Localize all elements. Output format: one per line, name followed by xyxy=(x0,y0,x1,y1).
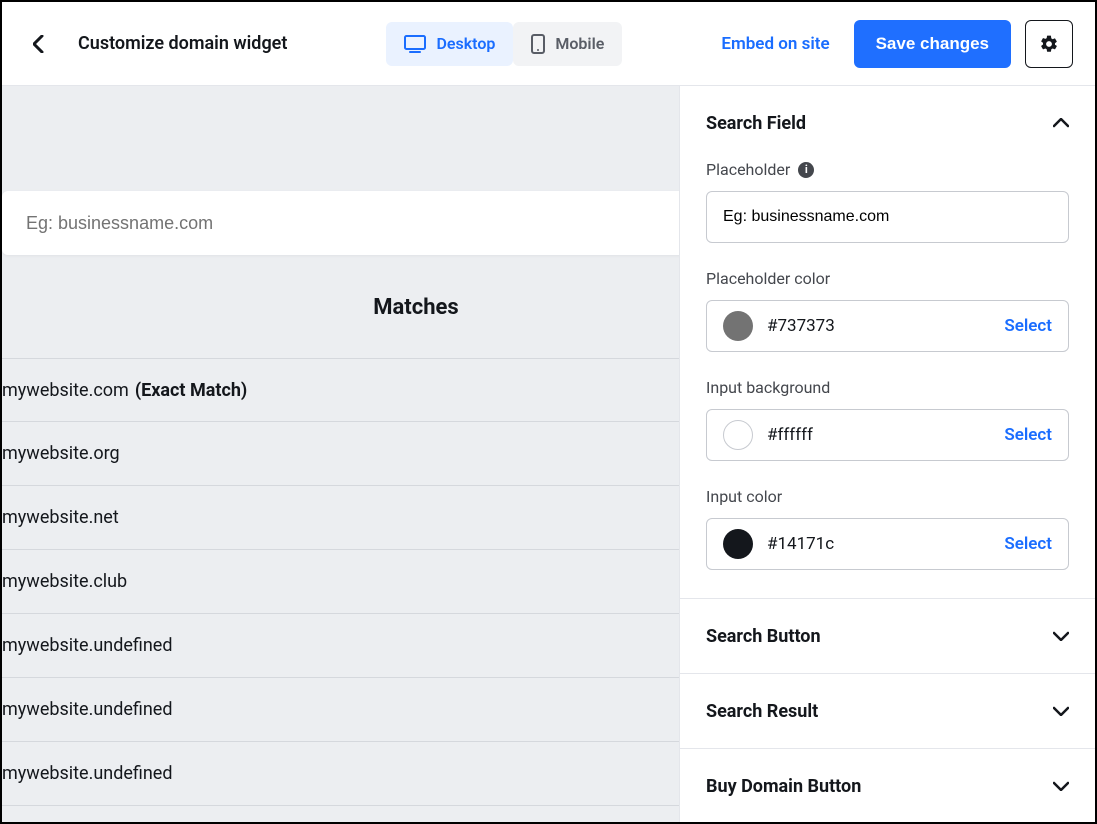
color-swatch xyxy=(723,420,753,450)
section-title: Search Result xyxy=(706,701,818,722)
chevron-down-icon xyxy=(1053,631,1069,641)
placeholder-color-row: #737373 Select xyxy=(706,300,1069,352)
section-search-result: Search Result xyxy=(680,674,1095,749)
field-input-color: Input color #14171c Select xyxy=(706,487,1069,570)
result-row[interactable]: mywebsite.com (Exact Match) xyxy=(2,358,679,422)
result-row[interactable]: mywebsite.undefined xyxy=(2,614,679,678)
header-right: Embed on site Save changes xyxy=(721,20,1073,68)
settings-button[interactable] xyxy=(1025,20,1073,68)
device-switch: Desktop Mobile xyxy=(303,22,705,66)
section-buy-button-header[interactable]: Buy Domain Button xyxy=(680,749,1095,822)
section-search-field-header[interactable]: Search Field xyxy=(680,86,1095,160)
result-domain: mywebsite.org xyxy=(2,443,120,464)
side-panel: Search Field Placeholder i Placeholder c… xyxy=(679,86,1095,822)
save-button[interactable]: Save changes xyxy=(854,20,1011,68)
chevron-down-icon xyxy=(1053,706,1069,716)
field-label: Input background xyxy=(706,378,1069,397)
section-search-button: Search Button xyxy=(680,599,1095,674)
preview-search-input[interactable] xyxy=(26,213,679,234)
field-label: Placeholder i xyxy=(706,160,1069,179)
result-row[interactable]: mywebsite.net xyxy=(2,486,679,550)
result-domain: mywebsite.net xyxy=(2,507,119,528)
header-bar: Customize domain widget Desktop Mobile E… xyxy=(2,2,1095,86)
preview-area: Matches mywebsite.com(Exact Match)mywebs… xyxy=(2,86,679,822)
color-hex: #14171c xyxy=(767,534,990,554)
mobile-icon xyxy=(531,34,545,54)
field-label: Placeholder color xyxy=(706,269,1069,288)
page-title: Customize domain widget xyxy=(78,33,287,54)
preview-inner: Matches mywebsite.com(Exact Match)mywebs… xyxy=(2,191,679,806)
results-list: mywebsite.com (Exact Match) mywebsite.org m… xyxy=(2,358,679,806)
desktop-tab[interactable]: Desktop xyxy=(386,22,513,66)
input-color-row: #14171c Select xyxy=(706,518,1069,570)
field-placeholder-color: Placeholder color #737373 Select xyxy=(706,269,1069,352)
field-placeholder: Placeholder i xyxy=(706,160,1069,243)
section-search-button-header[interactable]: Search Button xyxy=(680,599,1095,673)
field-input-background: Input background #ffffff Select xyxy=(706,378,1069,461)
section-buy-button: Buy Domain Button xyxy=(680,749,1095,822)
section-title: Buy Domain Button xyxy=(706,776,861,797)
input-bg-color-row: #ffffff Select xyxy=(706,409,1069,461)
section-search-field: Search Field Placeholder i Placeholder c… xyxy=(680,86,1095,599)
result-domain: mywebsite.undefined xyxy=(2,763,173,784)
matches-heading: Matches xyxy=(2,295,679,320)
result-extra: (Exact Match) xyxy=(135,380,247,401)
result-domain: mywebsite.com xyxy=(2,380,129,401)
section-title: Search Field xyxy=(706,113,806,134)
result-row[interactable]: mywebsite.club xyxy=(2,550,679,614)
desktop-tab-label: Desktop xyxy=(436,34,495,53)
desktop-icon xyxy=(404,35,426,53)
select-color-button[interactable]: Select xyxy=(1004,316,1052,336)
select-color-button[interactable]: Select xyxy=(1004,534,1052,554)
gear-icon xyxy=(1039,34,1059,54)
body-area: Matches mywebsite.com(Exact Match)mywebs… xyxy=(2,86,1095,822)
field-label: Input color xyxy=(706,487,1069,506)
placeholder-input[interactable] xyxy=(706,191,1069,243)
chevron-down-icon xyxy=(1053,781,1069,791)
info-icon[interactable]: i xyxy=(798,162,814,178)
result-domain: mywebsite.undefined xyxy=(2,635,173,656)
mobile-tab-label: Mobile xyxy=(555,34,604,53)
color-hex: #ffffff xyxy=(767,425,990,445)
label-text: Placeholder xyxy=(706,160,790,179)
section-search-result-header[interactable]: Search Result xyxy=(680,674,1095,748)
embed-link[interactable]: Embed on site xyxy=(721,34,829,54)
color-swatch xyxy=(723,529,753,559)
color-hex: #737373 xyxy=(767,316,990,336)
result-row[interactable]: mywebsite.undefined xyxy=(2,742,679,806)
select-color-button[interactable]: Select xyxy=(1004,425,1052,445)
color-swatch xyxy=(723,311,753,341)
result-domain: mywebsite.club xyxy=(2,571,127,592)
chevron-left-icon xyxy=(33,35,44,53)
chevron-up-icon xyxy=(1053,118,1069,128)
back-button[interactable] xyxy=(24,30,52,58)
mobile-tab[interactable]: Mobile xyxy=(513,22,622,66)
result-row[interactable]: mywebsite.undefined xyxy=(2,678,679,742)
header-left: Customize domain widget xyxy=(24,30,287,58)
section-search-field-body: Placeholder i Placeholder color #737373 … xyxy=(680,160,1095,598)
result-domain: mywebsite.undefined xyxy=(2,699,173,720)
section-title: Search Button xyxy=(706,626,821,647)
result-row[interactable]: mywebsite.org xyxy=(2,422,679,486)
preview-search-box xyxy=(2,191,679,255)
